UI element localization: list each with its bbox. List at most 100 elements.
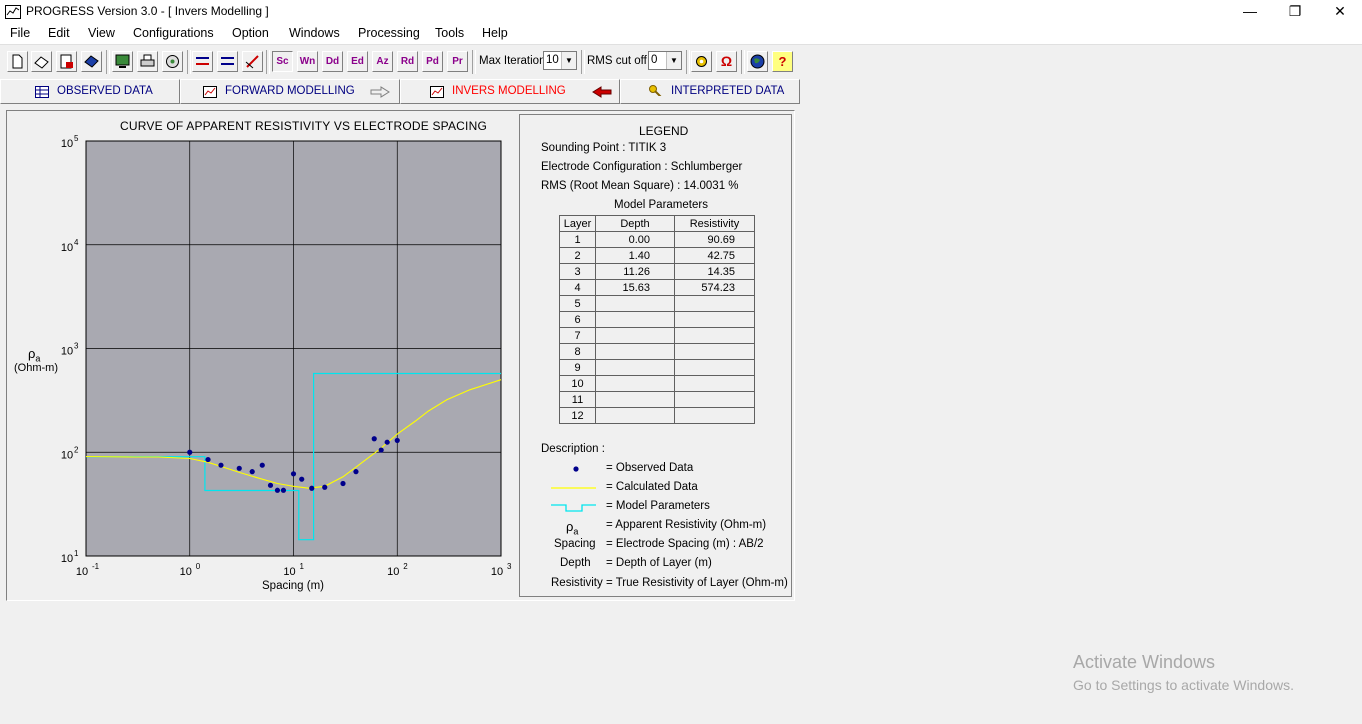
desc-depth: = Depth of Layer (m) <box>606 557 712 569</box>
layer-cell[interactable]: 5 <box>559 295 596 312</box>
observed-data-point <box>280 487 287 493</box>
resistivity-cell[interactable] <box>674 343 755 360</box>
x-tick-labels: 10 -1 10 0 10 1 10 2 10 3 <box>76 562 512 578</box>
depth-cell[interactable] <box>595 407 675 424</box>
description-label: Description : <box>541 443 605 455</box>
layer-cell[interactable]: 7 <box>559 327 596 344</box>
observed-data-point <box>384 439 390 445</box>
x-tick-exponent: 1 <box>300 562 305 571</box>
table-row: 5 <box>559 295 755 312</box>
desc-apparent-resistivity: = Apparent Resistivity (Ohm-m) <box>606 519 767 531</box>
observed-data-point <box>187 449 193 455</box>
layer-cell[interactable]: 10 <box>559 375 596 392</box>
tab-interpreted-data-label: INTERPRETED DATA <box>671 85 785 97</box>
observed-data-point <box>259 462 265 468</box>
resistivity-cell[interactable]: 90.69 <box>674 231 755 248</box>
table-row: 3 11.26 14.35 <box>559 263 755 280</box>
resistivity-cell[interactable] <box>674 407 755 424</box>
activate-windows-title: Activate Windows <box>1073 652 1216 672</box>
layer-cell[interactable]: 6 <box>559 311 596 328</box>
x-tick-label: 10 <box>387 566 399 578</box>
table-row: 7 <box>559 327 755 344</box>
observed-data-point <box>218 462 224 468</box>
depth-cell[interactable]: 11.26 <box>595 263 675 280</box>
resistivity-cell[interactable] <box>674 359 755 376</box>
depth-cell[interactable] <box>595 343 675 360</box>
depth-cell[interactable] <box>595 295 675 312</box>
layer-cell[interactable]: 2 <box>559 247 596 264</box>
rms-cutoff-select[interactable]: 0 ▼ <box>648 51 682 70</box>
globe-icon <box>750 54 765 69</box>
depth-cell[interactable] <box>595 359 675 376</box>
resistivity-cell[interactable]: 574.23 <box>674 279 755 296</box>
y-tick-exponent: 2 <box>74 445 79 454</box>
x-axis-label: Spacing (m) <box>262 580 324 592</box>
depth-cell[interactable]: 1.40 <box>595 247 675 264</box>
y-axis-label-rho: ρa <box>28 346 40 364</box>
legend-spacing-symbol: Spacing <box>554 538 596 550</box>
y-tick-label: 10 <box>61 242 73 254</box>
layer-cell[interactable]: 8 <box>559 343 596 360</box>
help-button[interactable]: ? <box>772 51 793 72</box>
table-row: 1 0.00 90.69 <box>559 231 755 248</box>
sounding-point: Sounding Point : TITIK 3 <box>541 142 667 154</box>
desc-resistivity: = True Resistivity of Layer (Ohm-m) <box>606 577 788 589</box>
table-row: 10 <box>559 375 755 392</box>
x-tick-label: 10 <box>76 566 88 578</box>
observed-data-point <box>267 482 274 488</box>
depth-cell[interactable]: 15.63 <box>595 279 675 296</box>
resistivity-cell[interactable] <box>674 327 755 344</box>
layer-cell[interactable]: 4 <box>559 279 596 296</box>
header-layer: Layer <box>559 215 596 232</box>
electrode-configuration: Electrode Configuration : Schlumberger <box>541 161 743 173</box>
depth-cell[interactable] <box>595 311 675 328</box>
resistivity-cell[interactable] <box>674 391 755 408</box>
depth-cell[interactable] <box>595 391 675 408</box>
resistivity-cell[interactable] <box>674 311 755 328</box>
max-iteration-select[interactable]: 10 ▼ <box>543 51 577 70</box>
depth-cell[interactable]: 0.00 <box>595 231 675 248</box>
legend-resistivity-symbol: Resistivity <box>551 577 603 589</box>
restore-button[interactable]: ❐ <box>1272 0 1318 24</box>
minimize-button[interactable]: — <box>1227 0 1273 24</box>
resistivity-cell[interactable]: 42.75 <box>674 247 755 264</box>
run-button[interactable] <box>691 51 712 72</box>
resistivity-cell[interactable] <box>674 375 755 392</box>
model-params-title: Model Parameters <box>614 199 708 211</box>
table-row: 4 15.63 574.23 <box>559 279 755 296</box>
depth-cell[interactable] <box>595 375 675 392</box>
header-depth: Depth <box>595 215 675 232</box>
globe-button[interactable] <box>747 51 768 72</box>
resistivity-cell[interactable] <box>674 295 755 312</box>
observed-data-point <box>353 469 359 475</box>
legend-depth-symbol: Depth <box>560 557 591 569</box>
layer-cell[interactable]: 3 <box>559 263 596 280</box>
header-resistivity: Resistivity <box>674 215 755 232</box>
desc-spacing: = Electrode Spacing (m) : AB/2 <box>606 538 764 550</box>
depth-cell[interactable] <box>595 327 675 344</box>
x-tick-label: 10 <box>180 566 192 578</box>
observed-data-point <box>378 447 384 453</box>
tab-interpreted-data[interactable]: INTERPRETED DATA <box>620 79 800 104</box>
close-button[interactable]: ✕ <box>1317 0 1362 24</box>
layer-cell[interactable]: 11 <box>559 391 596 408</box>
legend-title: LEGEND <box>639 124 689 138</box>
resistivity-chart: 10 -1 10 0 10 1 10 2 10 3 10 110 210 310 410 5 Spacing… <box>61 134 512 592</box>
resistivity-cell[interactable]: 14.35 <box>674 263 755 280</box>
omega-button[interactable]: Ω <box>716 51 737 72</box>
legend-rho-symbol: ρa <box>566 519 579 537</box>
x-tick-exponent: 2 <box>403 562 408 571</box>
y-tick-exponent: 3 <box>74 342 79 351</box>
observed-data-point <box>322 484 328 490</box>
observed-data-point <box>394 437 400 444</box>
x-tick-exponent: 0 <box>196 562 201 571</box>
layer-cell[interactable]: 9 <box>559 359 596 376</box>
layer-cell[interactable]: 1 <box>559 231 596 248</box>
observed-data-point <box>340 480 346 487</box>
layer-cell[interactable]: 12 <box>559 407 596 424</box>
max-iteration-value: 10 <box>546 54 559 66</box>
observed-data-point <box>371 436 377 442</box>
y-tick-exponent: 4 <box>74 238 79 247</box>
table-row: 6 <box>559 311 755 328</box>
table-header-row: Layer Depth Resistivity <box>559 215 755 232</box>
